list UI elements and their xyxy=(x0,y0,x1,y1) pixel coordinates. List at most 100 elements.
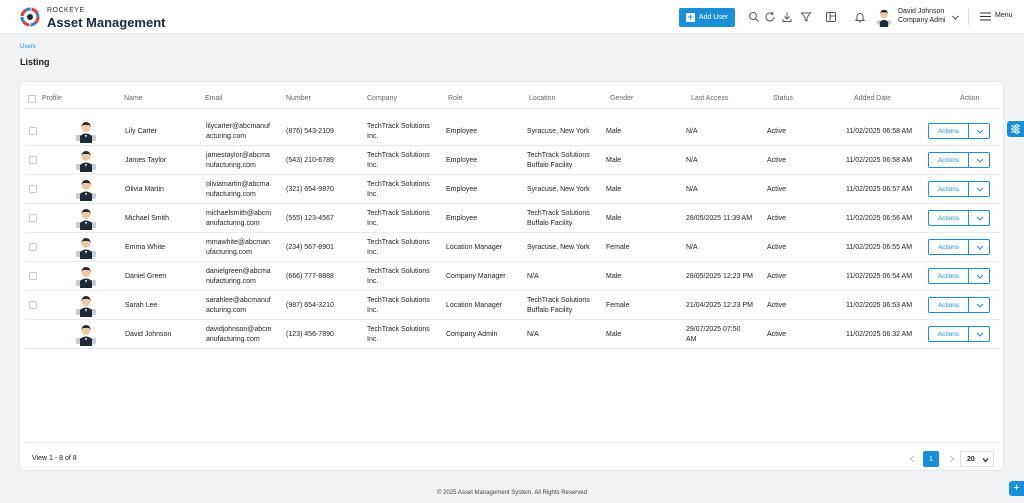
cell-role: Company Admin xyxy=(446,331,498,338)
row-checkbox[interactable] xyxy=(29,127,37,135)
cell-name[interactable]: Daniel Green xyxy=(125,272,166,282)
columns-icon[interactable] xyxy=(825,11,837,23)
add-user-button[interactable]: + Add User xyxy=(679,8,735,27)
table-row[interactable]: Olivia Martin oliviamartin@abcma nufacturi… xyxy=(25,175,1000,204)
cell-company[interactable]: TechTrack Solutions Inc. xyxy=(367,151,430,170)
cell-name[interactable]: Lily Carter xyxy=(125,127,157,137)
hamburger-menu-icon[interactable] xyxy=(980,12,991,21)
column-header-email[interactable]: Email xyxy=(205,95,223,102)
actions-dropdown-toggle[interactable] xyxy=(968,181,990,197)
cell-email: mmawhite@abcman ufacturing.com xyxy=(206,239,270,256)
search-icon[interactable] xyxy=(748,11,760,23)
cell-location[interactable]: TechTrack Solutions Buffalo Facility xyxy=(527,296,590,315)
chevron-left-icon[interactable] xyxy=(905,452,919,466)
actions-button[interactable]: Actions xyxy=(928,297,969,313)
breadcrumb[interactable]: Users xyxy=(20,44,36,50)
pagination-current-page[interactable]: 1 xyxy=(923,451,939,467)
actions-dropdown-toggle[interactable] xyxy=(968,123,990,139)
cell-name[interactable]: Sarah Lee xyxy=(125,301,157,311)
row-checkbox[interactable] xyxy=(29,243,37,251)
brand-title[interactable]: Asset Management xyxy=(47,15,165,30)
cell-name[interactable]: David Johnson xyxy=(125,330,171,340)
cell-company[interactable]: TechTrack Solutions Inc. xyxy=(367,325,430,344)
row-checkbox[interactable] xyxy=(29,185,37,193)
cell-role: Employee xyxy=(446,128,478,135)
profile-avatar-icon xyxy=(74,293,98,317)
row-checkbox[interactable] xyxy=(29,156,37,164)
column-header-profile[interactable]: Profile xyxy=(42,95,62,102)
actions-button[interactable]: Actions xyxy=(928,268,969,284)
cell-location[interactable]: Syracuse, New York xyxy=(527,185,590,195)
bell-icon[interactable] xyxy=(854,11,866,23)
table-row[interactable]: David Johnson davidjohnson@abcm anufacturi… xyxy=(25,320,1000,349)
download-icon[interactable] xyxy=(781,11,793,23)
table-row[interactable]: Daniel Green danielgreen@abcma nufacturing… xyxy=(25,262,1000,291)
cell-gender: Male xyxy=(606,331,622,338)
cell-added-date: 11/02/2025 06:53 AM xyxy=(846,302,913,309)
user-avatar[interactable] xyxy=(874,7,894,27)
actions-button[interactable]: Actions xyxy=(928,326,969,342)
column-header-number[interactable]: Number xyxy=(286,95,311,102)
row-checkbox[interactable] xyxy=(29,272,37,280)
filter-icon[interactable] xyxy=(800,11,812,23)
cell-location[interactable]: TechTrack Solutions Buffalo Facility xyxy=(527,151,590,170)
table-row[interactable]: Lily Carter lilycarter@abcmanuf acturing.c… xyxy=(25,117,1000,146)
column-header-company[interactable]: Company xyxy=(367,95,397,102)
cell-name[interactable]: Olivia Martin xyxy=(125,185,164,195)
profile-avatar-icon xyxy=(74,322,98,346)
column-header-gender[interactable]: Gender xyxy=(610,95,633,102)
cell-location[interactable]: Syracuse, New York xyxy=(527,127,590,137)
rockeye-logo-icon[interactable] xyxy=(20,7,40,27)
table-header: Profile Name Email Number Company Role L… xyxy=(25,89,1000,109)
column-header-role[interactable]: Role xyxy=(448,95,462,102)
profile-avatar-icon xyxy=(74,206,98,230)
actions-dropdown-toggle[interactable] xyxy=(968,239,990,255)
row-checkbox[interactable] xyxy=(29,214,37,222)
chevron-right-icon[interactable] xyxy=(945,452,959,466)
actions-button[interactable]: Actions xyxy=(928,181,969,197)
select-all-checkbox[interactable] xyxy=(28,95,36,103)
actions-button[interactable]: Actions xyxy=(928,123,969,139)
chevron-down-icon xyxy=(976,245,984,250)
cell-company[interactable]: TechTrack Solutions Inc. xyxy=(367,267,430,286)
cell-name[interactable]: Emma White xyxy=(125,243,165,253)
table-row[interactable]: Michael Smith michaelsmith@abcm anufacturi… xyxy=(25,204,1000,233)
table-row[interactable]: Sarah Lee sarahlee@abcmanuf acturing.com (9… xyxy=(25,291,1000,320)
user-name[interactable]: David Johnson xyxy=(898,8,944,15)
row-checkbox[interactable] xyxy=(29,301,37,309)
cell-company[interactable]: TechTrack Solutions Inc. xyxy=(367,209,430,228)
cell-name[interactable]: Michael Smith xyxy=(125,214,169,224)
filter-panel-toggle[interactable] xyxy=(1007,121,1024,137)
actions-dropdown-toggle[interactable] xyxy=(968,268,990,284)
column-header-location[interactable]: Location xyxy=(529,95,555,102)
table-row[interactable]: Emma White mmawhite@abcman ufacturing.com (… xyxy=(25,233,1000,262)
actions-button[interactable]: Actions xyxy=(928,210,969,226)
column-header-name[interactable]: Name xyxy=(124,95,143,102)
column-header-added-date[interactable]: Added Date xyxy=(854,95,891,102)
actions-button[interactable]: Actions xyxy=(928,152,969,168)
cell-company[interactable]: TechTrack Solutions Inc. xyxy=(367,180,430,199)
actions-button[interactable]: Actions xyxy=(928,239,969,255)
plus-icon: + xyxy=(685,12,695,22)
profile-avatar-icon xyxy=(74,235,98,259)
actions-dropdown-toggle[interactable] xyxy=(968,297,990,313)
chevron-down-icon[interactable] xyxy=(951,13,960,22)
cell-location[interactable]: Syracuse, New York xyxy=(527,243,590,253)
refresh-icon[interactable] xyxy=(764,11,776,23)
menu-label[interactable]: Menu xyxy=(995,12,1013,19)
cell-company[interactable]: TechTrack Solutions Inc. xyxy=(367,122,430,141)
cell-gender: Male xyxy=(606,128,622,135)
cell-role: Company Manager xyxy=(446,273,506,280)
column-header-status[interactable]: Status xyxy=(773,95,793,102)
column-header-last-access[interactable]: Last Access xyxy=(691,95,728,102)
actions-dropdown-toggle[interactable] xyxy=(968,210,990,226)
actions-dropdown-toggle[interactable] xyxy=(968,152,990,168)
cell-name[interactable]: James Taylor xyxy=(125,156,166,166)
table-row[interactable]: James Taylor jamestaylor@abcma nufacturing… xyxy=(25,146,1000,175)
per-page-select[interactable]: 20 xyxy=(960,451,994,467)
cell-added-date: 11/02/2025 06:56 AM xyxy=(846,215,913,222)
cell-location[interactable]: TechTrack Solutions Buffalo Facility xyxy=(527,209,590,228)
cell-company[interactable]: TechTrack Solutions Inc. xyxy=(367,238,430,257)
actions-dropdown-toggle[interactable] xyxy=(968,326,990,342)
cell-company[interactable]: TechTrack Solutions Inc. xyxy=(367,296,430,315)
